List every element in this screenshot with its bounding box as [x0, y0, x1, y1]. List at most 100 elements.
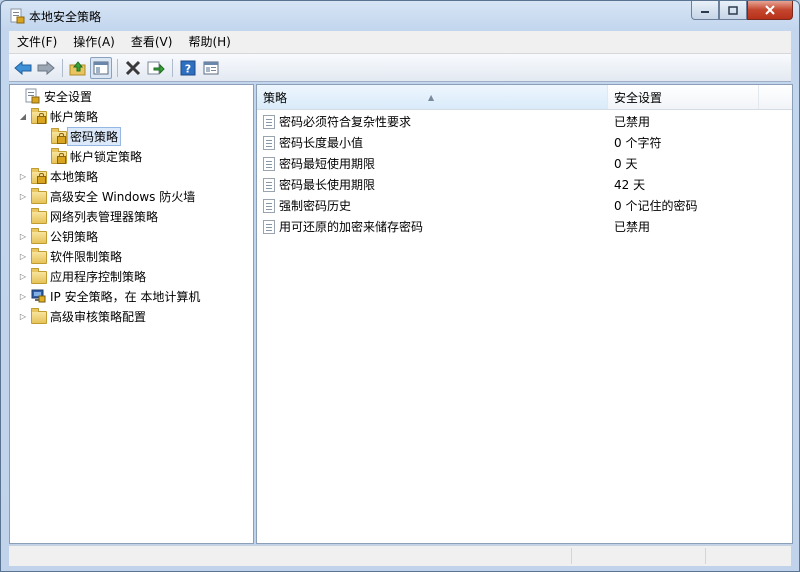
back-icon — [14, 60, 32, 75]
help-icon: ? — [180, 60, 196, 75]
close-button[interactable] — [747, 1, 793, 20]
locked-folder-icon — [30, 168, 47, 184]
window-title: 本地安全策略 — [29, 10, 102, 24]
tree-item-application-control[interactable]: ▷ 应用程序控制策略 — [18, 266, 146, 286]
column-header-policy[interactable]: 策略 ▲ — [257, 85, 608, 109]
tree-item-label: IP 安全策略，在 本地计算机 — [50, 289, 201, 304]
locked-folder-icon — [50, 148, 67, 164]
status-bar — [9, 545, 791, 566]
tree-item-label: 安全设置 — [44, 89, 93, 104]
security-settings-icon — [24, 88, 40, 104]
policy-name: 用可还原的加密来储存密码 — [279, 220, 424, 234]
tree-item-label: 高级安全 Windows 防火墙 — [50, 189, 196, 204]
toolbar-separator — [62, 58, 63, 77]
export-list-button[interactable] — [145, 57, 167, 79]
policy-setting: 0 天 — [614, 157, 638, 171]
list-header: 策略 ▲ 安全设置 — [257, 85, 792, 110]
policy-setting: 0 个字符 — [614, 136, 662, 150]
minimize-icon — [701, 11, 709, 13]
folder-icon — [30, 268, 47, 284]
tree-item-account-policies[interactable]: ◢ 帐户策略 — [18, 106, 98, 126]
folder-icon — [30, 308, 47, 324]
column-header-label: 安全设置 — [614, 91, 663, 105]
menu-file[interactable]: 文件(F) — [9, 31, 65, 53]
policy-list[interactable]: 策略 ▲ 安全设置 密码必须符合复杂性要求 已禁用 密码长度最小值 0 个字符 … — [256, 84, 793, 544]
locked-folder-icon — [30, 108, 47, 124]
menu-view[interactable]: 查看(V) — [123, 31, 181, 53]
folder-icon — [30, 188, 47, 204]
collapsed-arrow-icon[interactable]: ▷ — [18, 192, 28, 201]
title-bar[interactable]: 本地安全策略 — [1, 1, 799, 31]
tree-item-label: 公钥策略 — [50, 229, 99, 244]
main-window: 本地安全策略 文件(F) 操作(A) 查看(V) 帮助(H) ? 安全设置 ◢ … — [0, 0, 800, 572]
collapsed-arrow-icon[interactable]: ▷ — [18, 272, 28, 281]
help-button[interactable]: ? — [177, 57, 199, 79]
collapsed-arrow-icon[interactable]: ▷ — [18, 232, 28, 241]
tree-item-label: 网络列表管理器策略 — [50, 209, 159, 224]
collapsed-arrow-icon[interactable]: ▷ — [18, 292, 28, 301]
list-row[interactable]: 密码最长使用期限 42 天 — [257, 173, 792, 194]
tree-item-advanced-audit[interactable]: ▷ 高级审核策略配置 — [18, 306, 146, 326]
tree-item-public-key-policies[interactable]: ▷ 公钥策略 — [18, 226, 98, 246]
tree-item-local-policies[interactable]: ▷ 本地策略 — [18, 166, 98, 186]
up-one-level-button[interactable] — [67, 57, 89, 79]
tree-item-account-lockout-policy[interactable]: 帐户锁定策略 — [38, 146, 142, 166]
tree-item-network-list-manager[interactable]: 网络列表管理器策略 — [18, 206, 158, 226]
properties-button[interactable] — [200, 57, 222, 79]
policy-name: 密码必须符合复杂性要求 — [279, 115, 412, 129]
column-header-label: 策略 — [263, 91, 288, 105]
policy-name: 密码最短使用期限 — [279, 157, 376, 171]
back-button[interactable] — [12, 57, 34, 79]
policy-name: 密码长度最小值 — [279, 136, 364, 150]
minimize-button[interactable] — [691, 1, 719, 20]
list-row[interactable]: 强制密码历史 0 个记住的密码 — [257, 194, 792, 215]
maximize-button[interactable] — [719, 1, 747, 20]
show-hide-console-tree-button[interactable] — [90, 56, 112, 79]
policy-icon — [263, 114, 275, 129]
list-row[interactable]: 密码最短使用期限 0 天 — [257, 152, 792, 173]
collapsed-arrow-icon[interactable]: ▷ — [18, 252, 28, 261]
list-row[interactable]: 密码长度最小值 0 个字符 — [257, 131, 792, 152]
policy-icon — [263, 135, 275, 150]
policy-setting: 0 个记住的密码 — [614, 199, 698, 213]
policy-name: 密码最长使用期限 — [279, 178, 376, 192]
forward-icon — [37, 60, 55, 75]
delete-icon — [125, 60, 141, 75]
locked-folder-icon — [50, 128, 67, 144]
tree-item-ip-security[interactable]: ▷ IP 安全策略，在 本地计算机 — [18, 286, 200, 306]
column-header-security-setting[interactable]: 安全设置 — [608, 85, 759, 109]
policy-setting: 已禁用 — [614, 220, 651, 234]
policy-setting: 已禁用 — [614, 115, 651, 129]
tree-item-label: 帐户策略 — [50, 109, 99, 124]
toolbar-separator — [117, 58, 118, 77]
menu-bar: 文件(F) 操作(A) 查看(V) 帮助(H) — [9, 31, 791, 54]
properties-icon — [203, 61, 219, 74]
tree-item-security-settings[interactable]: 安全设置 — [12, 86, 92, 106]
toolbar-separator — [172, 58, 173, 77]
export-list-icon — [147, 61, 165, 74]
collapsed-arrow-icon[interactable]: ▷ — [18, 172, 28, 181]
list-row[interactable]: 密码必须符合复杂性要求 已禁用 — [257, 110, 792, 131]
tree-item-password-policy[interactable]: 密码策略 — [38, 126, 122, 146]
svg-text:?: ? — [185, 62, 191, 75]
menu-help[interactable]: 帮助(H) — [180, 31, 238, 53]
console-tree[interactable]: 安全设置 ◢ 帐户策略 密码策略 帐户锁定策略 ▷ 本地策略 ▷ 高级安全 Wi… — [9, 84, 254, 544]
expanded-arrow-icon[interactable]: ◢ — [18, 112, 28, 121]
policy-icon — [263, 198, 275, 213]
tree-item-label: 软件限制策略 — [50, 249, 123, 264]
tree-item-windows-firewall[interactable]: ▷ 高级安全 Windows 防火墙 — [18, 186, 195, 206]
delete-button[interactable] — [122, 57, 144, 79]
status-bar-divider — [705, 548, 706, 564]
tree-item-software-restriction[interactable]: ▷ 软件限制策略 — [18, 246, 122, 266]
folder-icon — [30, 208, 47, 224]
tree-item-label: 高级审核策略配置 — [50, 309, 147, 324]
menu-action[interactable]: 操作(A) — [65, 31, 123, 53]
forward-button[interactable] — [35, 57, 57, 79]
policy-name: 强制密码历史 — [279, 199, 352, 213]
policy-icon — [263, 177, 275, 192]
tree-item-label: 帐户锁定策略 — [70, 149, 143, 164]
tree-item-label: 本地策略 — [50, 169, 99, 184]
toolbar: ? — [9, 54, 791, 82]
list-row[interactable]: 用可还原的加密来储存密码 已禁用 — [257, 215, 792, 236]
collapsed-arrow-icon[interactable]: ▷ — [18, 312, 28, 321]
